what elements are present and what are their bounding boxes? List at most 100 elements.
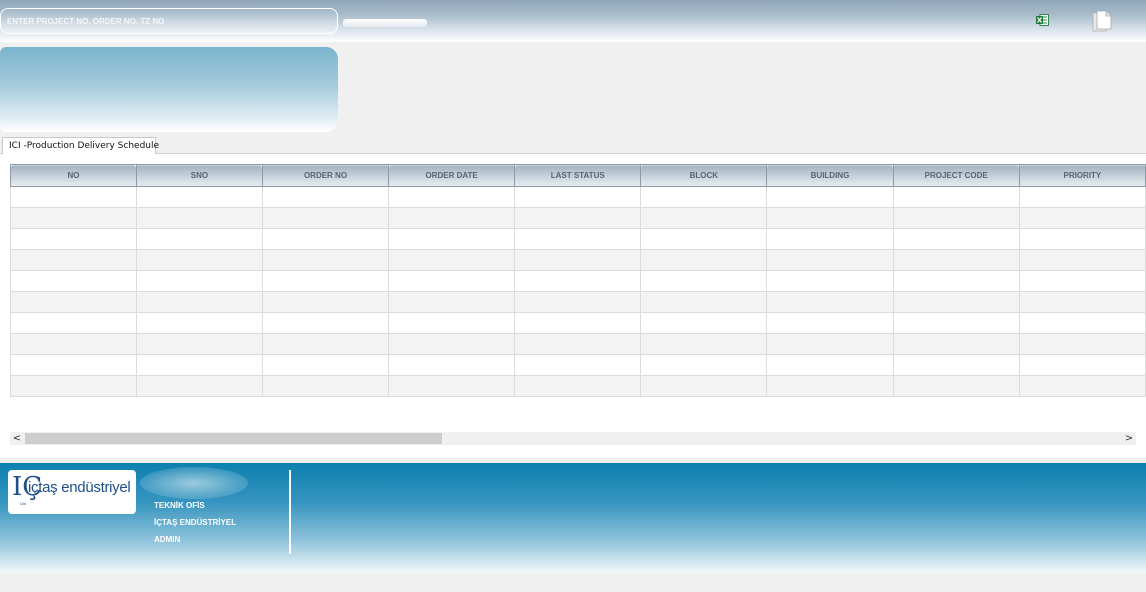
table-cell[interactable] bbox=[135, 291, 263, 313]
table-cell[interactable] bbox=[892, 312, 1020, 334]
table-cell[interactable] bbox=[640, 249, 768, 271]
table-cell[interactable] bbox=[388, 228, 516, 250]
column-header-order-date[interactable]: ORDER DATE bbox=[388, 164, 516, 187]
table-cell[interactable] bbox=[1018, 354, 1146, 376]
table-cell[interactable] bbox=[135, 333, 263, 355]
table-cell[interactable] bbox=[1018, 312, 1146, 334]
table-cell[interactable] bbox=[1018, 333, 1146, 355]
table-cell[interactable] bbox=[892, 291, 1020, 313]
table-cell[interactable] bbox=[261, 291, 390, 313]
table-cell[interactable] bbox=[261, 228, 390, 250]
table-cell[interactable] bbox=[135, 186, 263, 208]
table-cell[interactable] bbox=[135, 375, 263, 397]
column-header-last-status[interactable]: LAST STATUS bbox=[514, 164, 642, 187]
table-cell[interactable] bbox=[261, 249, 390, 271]
column-header-block[interactable]: BLOCK bbox=[640, 164, 768, 187]
table-cell[interactable] bbox=[640, 186, 768, 208]
search-input[interactable] bbox=[0, 8, 338, 34]
table-cell[interactable] bbox=[514, 333, 642, 355]
table-cell[interactable] bbox=[766, 207, 894, 229]
table-cell[interactable] bbox=[135, 249, 263, 271]
table-cell[interactable] bbox=[10, 375, 137, 397]
table-cell[interactable] bbox=[10, 207, 137, 229]
table-cell[interactable] bbox=[10, 186, 137, 208]
table-cell[interactable] bbox=[640, 333, 768, 355]
table-cell[interactable] bbox=[10, 291, 137, 313]
table-cell[interactable] bbox=[261, 375, 390, 397]
table-cell[interactable] bbox=[514, 291, 642, 313]
table-cell[interactable] bbox=[892, 186, 1020, 208]
table-cell[interactable] bbox=[135, 228, 263, 250]
table-cell[interactable] bbox=[388, 249, 516, 271]
table-cell[interactable] bbox=[514, 186, 642, 208]
table-row[interactable] bbox=[10, 249, 1146, 271]
table-cell[interactable] bbox=[1018, 186, 1146, 208]
table-cell[interactable] bbox=[766, 375, 894, 397]
table-cell[interactable] bbox=[135, 354, 263, 376]
table-row[interactable] bbox=[10, 354, 1146, 376]
table-cell[interactable] bbox=[640, 270, 768, 292]
table-cell[interactable] bbox=[766, 333, 894, 355]
column-header-building[interactable]: BUILDING bbox=[766, 164, 894, 187]
table-cell[interactable] bbox=[1018, 375, 1146, 397]
table-cell[interactable] bbox=[640, 354, 768, 376]
scroll-right-icon[interactable]: > bbox=[1122, 432, 1136, 445]
table-cell[interactable] bbox=[388, 312, 516, 334]
table-cell[interactable] bbox=[766, 291, 894, 313]
table-row[interactable] bbox=[10, 207, 1146, 229]
table-cell[interactable] bbox=[892, 228, 1020, 250]
column-header-no[interactable]: NO bbox=[10, 164, 137, 187]
table-cell[interactable] bbox=[135, 312, 263, 334]
horizontal-scrollbar[interactable]: < > bbox=[10, 432, 1136, 445]
table-cell[interactable] bbox=[766, 270, 894, 292]
table-cell[interactable] bbox=[892, 375, 1020, 397]
table-cell[interactable] bbox=[892, 207, 1020, 229]
column-header-sno[interactable]: SNO bbox=[135, 164, 263, 187]
table-cell[interactable] bbox=[640, 312, 768, 334]
table-cell[interactable] bbox=[514, 270, 642, 292]
table-row[interactable] bbox=[10, 270, 1146, 292]
table-cell[interactable] bbox=[135, 270, 263, 292]
table-row[interactable] bbox=[10, 333, 1146, 355]
table-cell[interactable] bbox=[766, 354, 894, 376]
column-header-order-no[interactable]: ORDER NO bbox=[261, 164, 390, 187]
table-cell[interactable] bbox=[10, 270, 137, 292]
table-cell[interactable] bbox=[892, 270, 1020, 292]
table-cell[interactable] bbox=[135, 207, 263, 229]
table-cell[interactable] bbox=[388, 207, 516, 229]
table-cell[interactable] bbox=[640, 228, 768, 250]
table-cell[interactable] bbox=[640, 375, 768, 397]
scrollbar-thumb[interactable] bbox=[25, 433, 442, 444]
table-cell[interactable] bbox=[1018, 270, 1146, 292]
table-cell[interactable] bbox=[388, 354, 516, 376]
search-button[interactable] bbox=[343, 19, 427, 27]
tab-production-delivery-schedule[interactable]: ICI -Production Delivery Schedule bbox=[2, 137, 159, 154]
table-cell[interactable] bbox=[388, 186, 516, 208]
table-cell[interactable] bbox=[10, 228, 137, 250]
table-cell[interactable] bbox=[10, 354, 137, 376]
column-header-priority[interactable]: PRIORITY bbox=[1018, 164, 1146, 187]
table-cell[interactable] bbox=[766, 228, 894, 250]
scroll-left-icon[interactable]: < bbox=[10, 432, 24, 445]
table-row[interactable] bbox=[10, 375, 1146, 397]
table-cell[interactable] bbox=[766, 312, 894, 334]
table-cell[interactable] bbox=[261, 207, 390, 229]
table-cell[interactable] bbox=[766, 249, 894, 271]
table-cell[interactable] bbox=[640, 207, 768, 229]
table-cell[interactable] bbox=[1018, 249, 1146, 271]
document-icon[interactable] bbox=[1092, 10, 1112, 32]
table-cell[interactable] bbox=[261, 354, 390, 376]
table-cell[interactable] bbox=[892, 249, 1020, 271]
table-cell[interactable] bbox=[261, 186, 390, 208]
table-cell[interactable] bbox=[514, 375, 642, 397]
table-cell[interactable] bbox=[261, 270, 390, 292]
table-row[interactable] bbox=[10, 228, 1146, 250]
table-cell[interactable] bbox=[388, 375, 516, 397]
table-cell[interactable] bbox=[514, 312, 642, 334]
table-cell[interactable] bbox=[388, 333, 516, 355]
table-cell[interactable] bbox=[892, 354, 1020, 376]
table-row[interactable] bbox=[10, 291, 1146, 313]
table-cell[interactable] bbox=[514, 354, 642, 376]
table-row[interactable] bbox=[10, 186, 1146, 208]
column-header-project-code[interactable]: PROJECT CODE bbox=[892, 164, 1020, 187]
